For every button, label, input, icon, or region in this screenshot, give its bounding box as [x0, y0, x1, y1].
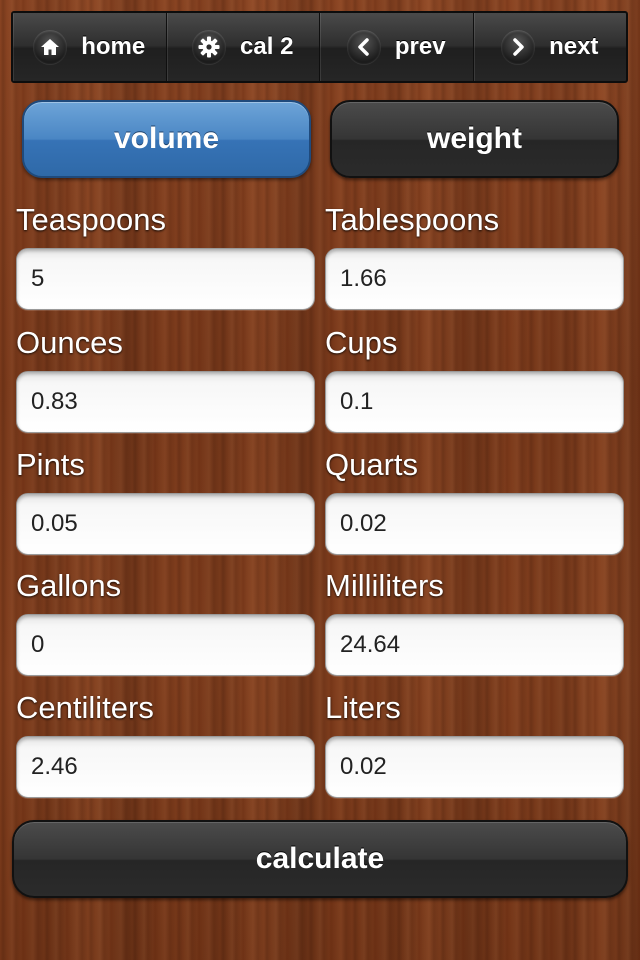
cups-input[interactable] [325, 371, 624, 433]
milliliters-label: Milliliters [325, 568, 444, 603]
cups-label: Cups [325, 325, 398, 360]
tablespoons-input[interactable] [325, 248, 624, 310]
cal-2-label: cal 2 [240, 33, 294, 60]
ounces-label: Ounces [16, 325, 123, 360]
pints-label: Pints [16, 447, 85, 482]
gear-icon [192, 30, 227, 64]
home-button[interactable]: home [13, 13, 167, 81]
prev-button[interactable]: prev [320, 13, 474, 81]
calculate-label: calculate [255, 842, 385, 875]
teaspoons-label: Teaspoons [16, 202, 166, 237]
volume-tab-button[interactable]: volume [22, 100, 311, 178]
teaspoons-input[interactable] [16, 248, 315, 310]
centiliters-label: Centiliters [16, 690, 154, 725]
tablespoons-label: Tablespoons [325, 202, 500, 237]
prev-label: prev [394, 33, 446, 60]
centiliters-input[interactable] [16, 736, 315, 798]
chevron-right-icon [501, 30, 536, 64]
cal-2-button[interactable]: cal 2 [167, 13, 320, 81]
quarts-label: Quarts [325, 447, 419, 482]
home-icon [33, 30, 68, 64]
next-button[interactable]: next [474, 13, 627, 81]
liters-label: Liters [325, 690, 401, 725]
weight-tab-button[interactable]: weight [330, 100, 619, 178]
chevron-left-icon [346, 30, 381, 64]
milliliters-input[interactable] [325, 614, 624, 676]
gallons-label: Gallons [16, 568, 122, 603]
volume-tab-label: volume [113, 122, 220, 155]
weight-tab-label: weight [427, 122, 522, 155]
calculate-button[interactable]: calculate [12, 820, 628, 898]
ounces-input[interactable] [16, 371, 315, 433]
top-nav-bar: home cal 2 prev next [11, 11, 628, 83]
next-label: next [549, 33, 599, 60]
quarts-input[interactable] [325, 493, 624, 555]
pints-input[interactable] [16, 493, 315, 555]
gallons-input[interactable] [16, 614, 315, 676]
liters-input[interactable] [325, 736, 624, 798]
home-label: home [81, 33, 146, 60]
